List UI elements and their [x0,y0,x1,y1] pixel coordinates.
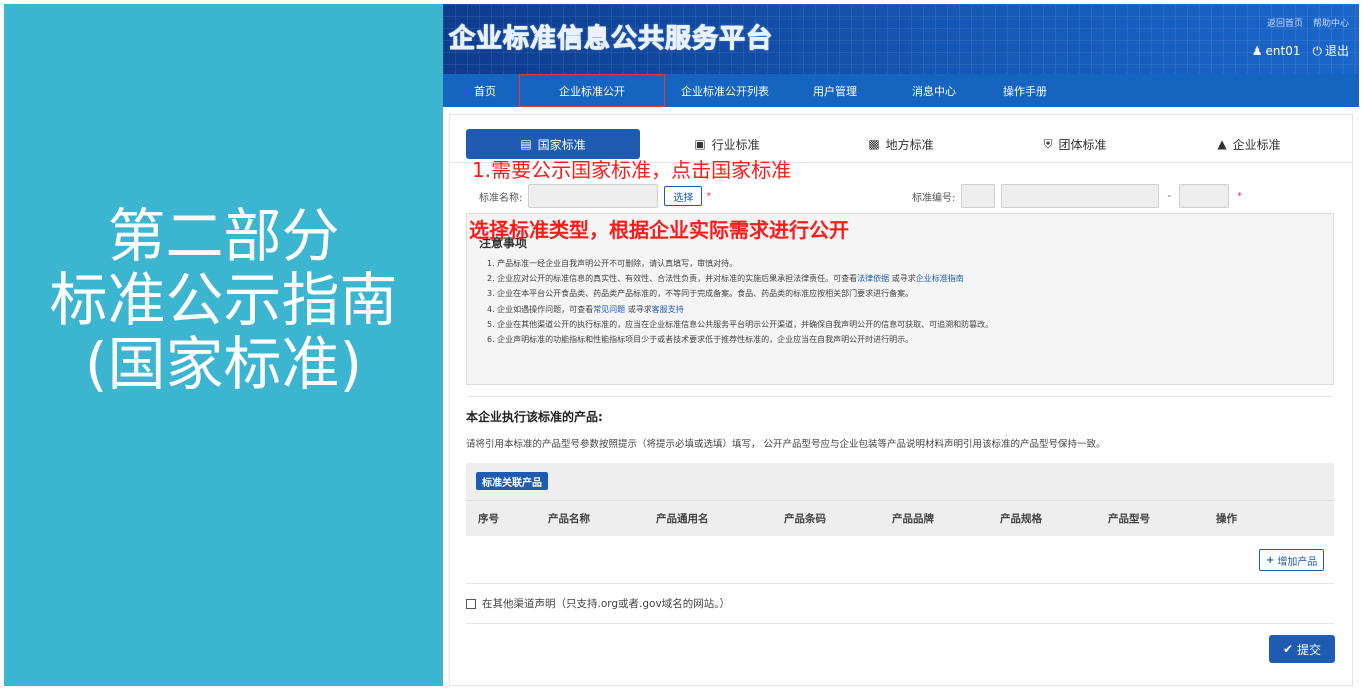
linked-products-badge: 标准关联产品 [476,472,548,490]
notice-item: 4. 企业如遇操作问题，可查看常见问题 或寻求客服支持 [487,302,993,317]
username: ent01 [1265,43,1301,58]
legal-basis-link[interactable]: 法律依据 [857,274,889,283]
standard-guide-link[interactable]: 企业标准指南 [916,274,964,283]
column-header: 产品名称 [548,513,590,525]
products-section-desc: 请将引用本标准的产品型号参数按照提示（将提示必填或选填）填写， 公开产品型号应与… [466,439,1106,450]
notice-item: 6. 企业声明标准的功能指标和性能指标项目少于或者技术要求低于推荐性标准的，企业… [487,332,993,347]
standard-number-row: 标准编号: - * [912,184,1242,208]
nav-item-home[interactable]: 首页 [443,74,527,107]
divider [466,623,1334,624]
standard-name-row: 标准名称: 选择 * [479,184,711,208]
standard-number-input[interactable] [1001,184,1160,208]
tab-enterprise-standard[interactable]: ▲ 企业标准 [1162,129,1336,159]
home-link[interactable]: 返回首页 [1267,16,1303,29]
required-mark: * [1236,190,1242,202]
notice-list: 1. 产品标准一经企业自我声明公开不可删除，请认真填写，审慎对待。 2. 企业应… [487,256,993,347]
briefcase-icon: ▣ [694,137,706,151]
section-title: 第二部分 标准公示指南 (国家标准) [49,204,397,396]
tab-label: 国家标准 [537,137,586,152]
section-title-panel: 第二部分 标准公示指南 (国家标准) [4,4,443,686]
other-channel-row: 在其他渠道声明（只支持.org或者.gov域名的网站。） [466,596,730,611]
add-product-button[interactable]: + 增加产品 [1259,549,1325,571]
number-dash: - [1167,190,1171,202]
select-standard-button[interactable]: 选择 [664,186,703,206]
nav-item-standard-list[interactable]: 企业标准公开列表 [665,74,785,107]
site-header: 企业标准信息公共服务平台 返回首页 帮助中心 ♟ ent01 ⏻ 退出 [443,4,1359,74]
support-link[interactable]: 客服支持 [652,305,684,314]
notice-text: 6. 企业声明标准的功能指标和性能指标项目少于或者技术要求低于推荐性标准的，企业… [487,334,914,344]
notice-item: 2. 企业应对公开的标准信息的真实性、有效性、合法性负责，并对标准的实施后果承担… [487,271,993,286]
standard-name-label: 标准名称: [479,192,523,204]
column-header: 产品品牌 [892,513,934,525]
notice-text: 1. 产品标准一经企业自我声明公开不可删除，请认真填写，审慎对待。 [487,259,738,268]
notice-item: 5. 企业在其他渠道公开的执行标准的，应当在企业标准信息公共服务平台明示公开渠道… [487,317,993,332]
notice-text: 或寻求 [889,274,916,284]
faq-link[interactable]: 常见问题 [593,305,625,314]
other-channel-label: 在其他渠道声明（只支持.org或者.gov域名的网站。） [482,598,730,610]
standard-year-input[interactable] [1178,184,1229,208]
divider [466,583,1334,584]
column-header: 操作 [1216,513,1237,525]
submit-button[interactable]: ✔ 提交 [1269,635,1335,663]
column-header: 产品通用名 [656,513,709,525]
notice-item: 1. 产品标准一经企业自我声明公开不可删除，请认真填写，审慎对待。 [487,256,993,271]
section-title-line-3: (国家标准) [84,330,363,398]
book-icon: ▤ [520,137,532,151]
site-logo[interactable]: 企业标准信息公共服务平台 [448,18,773,55]
notice-text: 或寻求 [625,304,652,314]
logout-button[interactable]: ⏻ 退出 [1312,42,1349,59]
notice-text: 4. 企业如遇操作问题，可查看 [487,304,594,314]
main-nav: 首页 企业标准公开 企业标准公开列表 用户管理 消息中心 操作手册 [443,74,1359,107]
required-mark: * [706,190,712,202]
tab-label: 地方标准 [885,137,934,152]
bank-icon: ▲ [1217,137,1227,151]
tab-group-standard[interactable]: ⛨ 团体标准 [988,129,1162,159]
column-header: 序号 [478,513,499,525]
help-link[interactable]: 帮助中心 [1313,16,1349,29]
user-menu[interactable]: ♟ ent01 [1252,44,1301,58]
nav-item-user-management[interactable]: 用户管理 [785,74,885,107]
tab-label: 企业标准 [1232,137,1281,152]
standard-number-label: 标准编号: [912,192,956,204]
products-section-title: 本企业执行该标准的产品: [466,410,603,424]
slide: 第二部分 标准公示指南 (国家标准) 企业标准信息公共服务平台 返回首页 帮助中… [0,0,1363,693]
app-screenshot: 企业标准信息公共服务平台 返回首页 帮助中心 ♟ ent01 ⏻ 退出 首页 企业标… [443,4,1359,686]
document-icon: ▩ [868,137,880,151]
add-product-label: 增加产品 [1277,556,1318,568]
standard-number-prefix-input[interactable] [961,184,996,208]
user-icon: ♟ [1251,43,1263,58]
column-header: 产品型号 [1108,513,1150,525]
notice-text: 5. 企业在其他渠道公开的执行标准的，应当在企业标准信息公共服务平台明示公开渠道… [487,319,994,329]
notice-item: 3. 企业在本平台公开食品类、药品类产品标准的，不等同于完成备案。食品、药品类的… [487,286,993,301]
nav-item-standard-publish[interactable]: 企业标准公开 [519,74,665,107]
notice-text: 3. 企业在本平台公开食品类、药品类产品标准的，不等同于完成备案。食品、药品类的… [487,289,914,299]
submit-label: 提交 [1297,642,1322,657]
top-links: 返回首页 帮助中心 [1267,16,1349,29]
section-title-line-2: 标准公示指南 [49,266,398,334]
annotation-step-1: 1.需要公示国家标准，点击国家标准 [472,158,792,182]
plus-icon: + [1266,554,1275,566]
column-header: 产品条码 [784,513,826,525]
table-header-row: 序号 产品名称 产品通用名 产品条码 产品品牌 产品规格 产品型号 操作 [466,500,1334,536]
products-table: 标准关联产品 序号 产品名称 产品通用名 产品条码 产品品牌 产品规格 产品型号… [466,463,1334,536]
divider [466,396,1334,397]
check-icon: ✔ [1282,642,1294,656]
annotation-step-2: 选择标准类型，根据企业实际需求进行公开 [469,218,849,242]
tab-label: 团体标准 [1058,137,1107,152]
standard-name-input[interactable] [528,184,659,208]
tab-local-standard[interactable]: ▩ 地方标准 [814,129,988,159]
section-title-line-1: 第二部分 [107,202,340,270]
shield-icon: ⛨ [1043,136,1053,151]
notice-text: 2. 企业应对公开的标准信息的真实性、有效性、合法性负责，并对标准的实施后果承担… [487,274,858,284]
logout-label: 退出 [1324,44,1349,58]
tab-label: 行业标准 [711,137,760,152]
nav-item-manual[interactable]: 操作手册 [983,74,1067,107]
user-area: ♟ ent01 ⏻ 退出 [1252,42,1349,59]
nav-item-message-center[interactable]: 消息中心 [885,74,983,107]
power-icon: ⏻ [1312,44,1322,58]
other-channel-checkbox[interactable] [466,598,476,609]
column-header: 产品规格 [1000,513,1042,525]
